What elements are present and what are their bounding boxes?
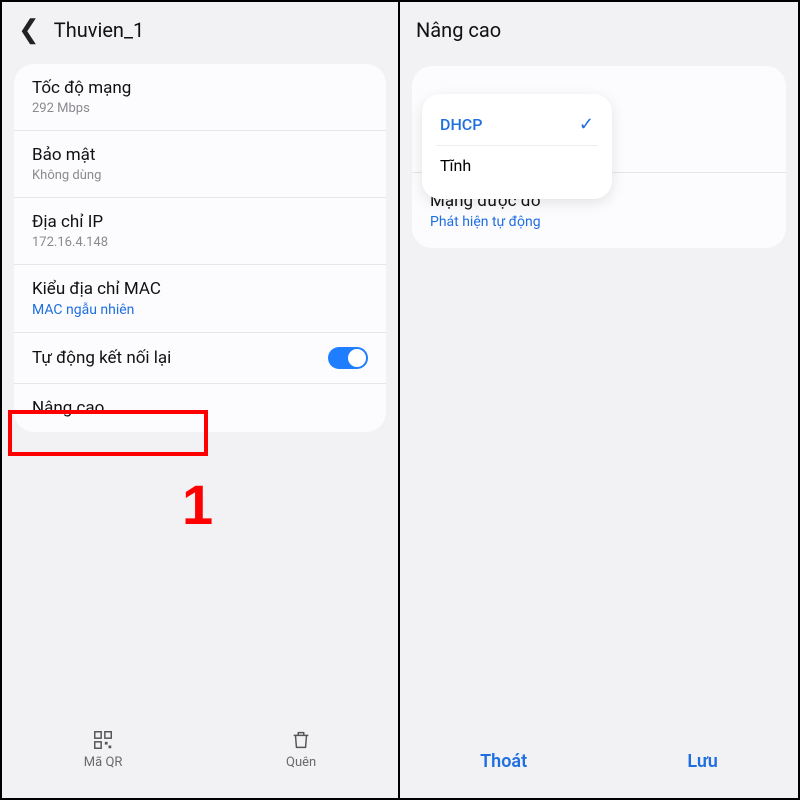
- save-button[interactable]: Lưu: [659, 741, 746, 782]
- qr-icon: [92, 729, 114, 751]
- page-title: Nâng cao: [416, 18, 501, 42]
- row-title: Bảo mật: [32, 145, 368, 165]
- trash-icon: [290, 729, 312, 751]
- option-label: Tĩnh: [440, 156, 471, 175]
- row-sub: 172.16.4.148: [32, 235, 368, 250]
- toggle-auto-reconnect[interactable]: [328, 347, 368, 369]
- row-link: Phát hiện tự động: [430, 214, 768, 230]
- row-auto-reconnect[interactable]: Tự động kết nối lại: [14, 332, 386, 383]
- qr-code-button[interactable]: Mã QR: [84, 729, 123, 770]
- forget-label: Quên: [286, 755, 316, 770]
- back-icon[interactable]: ❮: [18, 15, 40, 45]
- bottom-actions: Thoát Lưu: [400, 724, 798, 798]
- cancel-button[interactable]: Thoát: [452, 741, 555, 782]
- row-link: MAC ngẫu nhiên: [32, 302, 368, 318]
- row-title: Tự động kết nối lại: [32, 348, 171, 368]
- row-sub: 292 Mbps: [32, 101, 368, 116]
- dropdown-option-dhcp[interactable]: DHCP ✓: [436, 104, 598, 145]
- qr-label: Mã QR: [84, 755, 123, 770]
- row-network-speed[interactable]: Tốc độ mạng 292 Mbps: [14, 64, 386, 130]
- panel-wifi-details: ❮ Thuvien_1 Tốc độ mạng 292 Mbps Bảo mật…: [0, 0, 400, 800]
- row-advanced[interactable]: Nâng cao: [14, 383, 386, 432]
- dropdown-option-static[interactable]: Tĩnh: [436, 145, 598, 185]
- option-label: DHCP: [440, 115, 482, 134]
- row-title: Địa chỉ IP: [32, 212, 368, 232]
- header: Nâng cao: [400, 2, 798, 58]
- page-title: Thuvien_1: [54, 18, 144, 42]
- annotation-step-number: 1: [182, 472, 213, 537]
- row-title: Kiểu địa chỉ MAC: [32, 279, 368, 299]
- header: ❮ Thuvien_1: [2, 2, 398, 58]
- bottom-bar: Mã QR Quên: [2, 708, 398, 798]
- ip-settings-dropdown[interactable]: DHCP ✓ Tĩnh: [422, 94, 612, 199]
- row-sub: Không dùng: [32, 168, 368, 183]
- row-title: Tốc độ mạng: [32, 78, 368, 98]
- panel-advanced: Nâng cao Mạng được đo Phát hiện tự động …: [400, 0, 800, 800]
- row-title: Nâng cao: [32, 398, 368, 418]
- row-ip-address[interactable]: Địa chỉ IP 172.16.4.148: [14, 197, 386, 264]
- row-security[interactable]: Bảo mật Không dùng: [14, 130, 386, 197]
- row-mac-type[interactable]: Kiểu địa chỉ MAC MAC ngẫu nhiên: [14, 264, 386, 332]
- settings-card: Tốc độ mạng 292 Mbps Bảo mật Không dùng …: [14, 64, 386, 432]
- forget-button[interactable]: Quên: [286, 729, 316, 770]
- check-icon: ✓: [579, 114, 594, 135]
